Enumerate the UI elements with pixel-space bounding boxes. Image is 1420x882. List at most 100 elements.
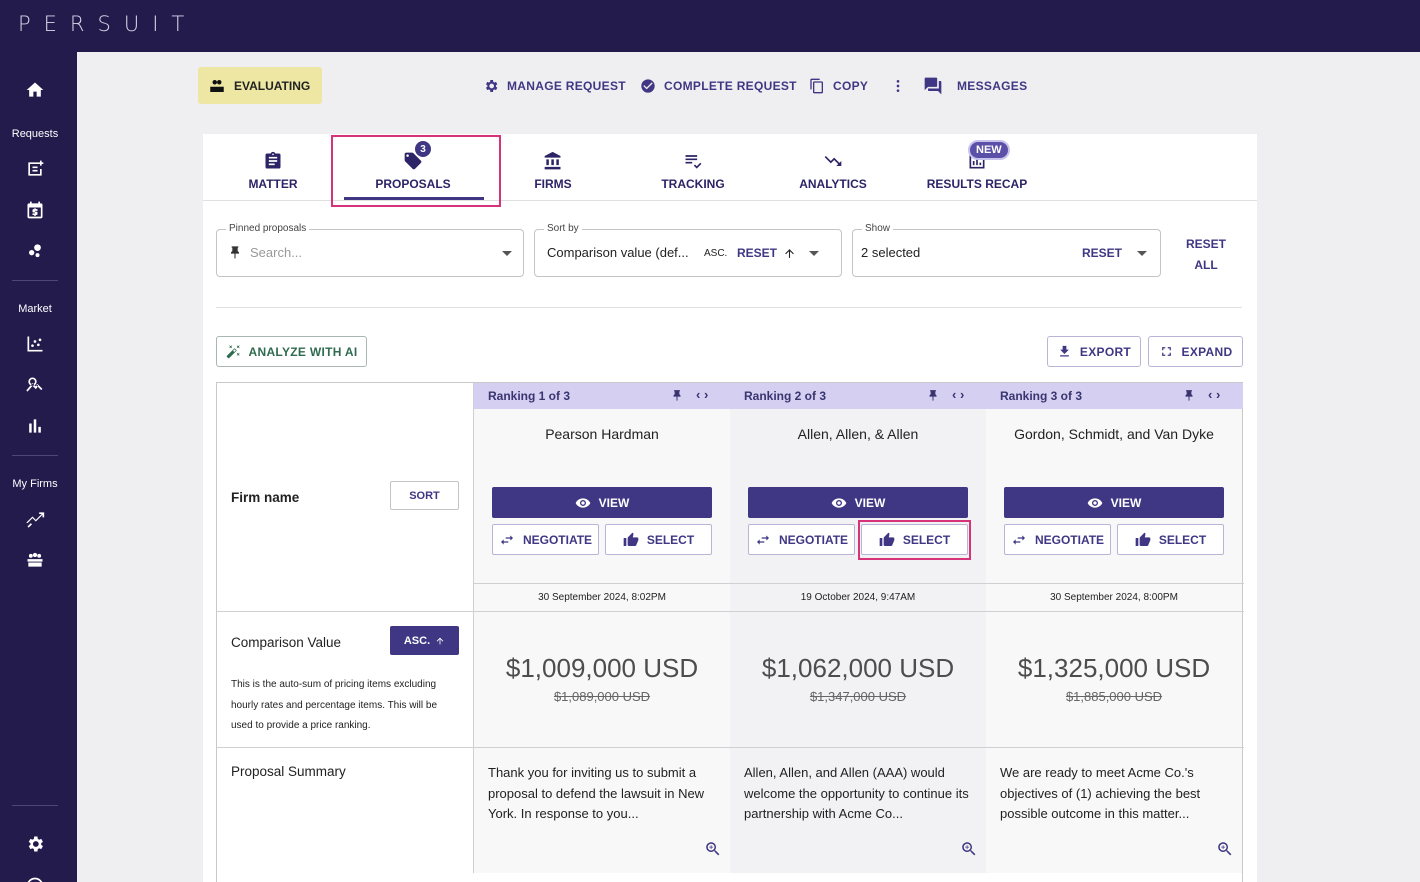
more-options-button[interactable] (890, 76, 906, 96)
complete-request-label: COMPLETE REQUEST (664, 79, 797, 93)
firm-name-sort-button[interactable]: SORT (390, 481, 459, 510)
negotiate-button[interactable]: NEGOTIATE (1004, 524, 1111, 555)
trending-icon[interactable] (0, 503, 70, 535)
tab-tracking[interactable]: TRACKING (643, 134, 743, 201)
manage-request-button[interactable]: MANAGE REQUEST (483, 76, 626, 96)
view-label: VIEW (598, 495, 630, 510)
copy-button[interactable]: COPY (809, 76, 868, 96)
ranking-header-3: Ranking 3 of 3 ‹ › (986, 383, 1243, 409)
reorder-icon[interactable]: ‹ › (1208, 387, 1220, 402)
show-field[interactable]: Show 2 selected RESET (852, 223, 1161, 277)
sort-reset-button[interactable]: RESET (737, 246, 777, 260)
home-icon[interactable] (0, 74, 70, 106)
original-price: $1,089,000 USD (553, 689, 651, 704)
bar-chart-icon[interactable] (0, 410, 70, 442)
sidebar-divider (12, 805, 58, 806)
chevron-down-icon[interactable] (502, 251, 512, 256)
thumb-up-icon (1135, 532, 1151, 546)
pin-icon (231, 246, 239, 259)
show-reset-button[interactable]: RESET (1082, 246, 1122, 260)
groups-icon[interactable] (0, 544, 70, 576)
pinned-proposals-field[interactable]: Pinned proposals Search... (216, 223, 524, 277)
view-button[interactable]: VIEW (748, 487, 968, 518)
arrow-up-icon (436, 637, 444, 644)
billing-calendar-icon[interactable] (0, 194, 70, 226)
original-price: $1,885,000 USD (1065, 689, 1163, 704)
view-button[interactable]: VIEW (1004, 487, 1224, 518)
submitted-date: 30 September 2024, 8:02PM (538, 591, 666, 603)
sidebar: Requests Market My Firms (0, 52, 77, 882)
comparison-asc-label: ASC. (403, 634, 431, 647)
analyze-with-ai-label: ANALYZE WITH AI (248, 344, 358, 359)
tab-analytics-label: ANALYTICS (799, 177, 867, 191)
messages-button[interactable]: MESSAGES (923, 76, 1027, 96)
sidebar-divider (12, 455, 58, 456)
new-request-icon[interactable] (0, 153, 70, 185)
manage-request-label: MANAGE REQUEST (507, 79, 626, 93)
reset-all-label-line1: RESET (1185, 237, 1226, 251)
pin-icon[interactable] (926, 388, 940, 404)
firm-name: Pearson Hardman (545, 426, 659, 442)
zoom-in-icon[interactable] (1216, 840, 1234, 863)
magic-wand-icon (226, 345, 240, 359)
select-label: SELECT (1158, 532, 1207, 547)
show-value: 2 selected (861, 245, 921, 260)
filters-divider (216, 307, 1242, 308)
tab-results-recap-label: RESULTS RECAP (926, 177, 1028, 191)
sort-by-field[interactable]: Sort by Comparison value (def... ASC. RE… (534, 223, 842, 277)
fullscreen-icon (1161, 347, 1171, 356)
reset-all-button[interactable]: RESET ALL (1173, 234, 1239, 276)
messages-label: MESSAGES (957, 79, 1028, 93)
negotiate-label: NEGOTIATE (1034, 532, 1105, 547)
tab-firms[interactable]: FIRMS (503, 134, 603, 201)
sort-by-value: Comparison value (def... (547, 245, 689, 260)
column-divider (473, 383, 474, 873)
clipboard-icon (265, 151, 281, 169)
pin-icon[interactable] (1182, 388, 1196, 404)
tab-matter[interactable]: MATTER (223, 134, 323, 201)
submitted-date: 19 October 2024, 9:47AM (800, 591, 916, 603)
pin-icon[interactable] (670, 388, 684, 404)
proposals-tab-highlight (331, 135, 501, 207)
export-button[interactable]: EXPORT (1047, 336, 1141, 367)
negotiate-button[interactable]: NEGOTIATE (748, 524, 855, 555)
analytics-search-icon[interactable] (0, 369, 70, 401)
select-button[interactable]: SELECT (605, 524, 712, 555)
export-label: EXPORT (1079, 344, 1132, 359)
select-button[interactable]: SELECT (1117, 524, 1224, 555)
comparison-value-row-title: Comparison Value (231, 635, 342, 650)
proposal-summary-row-title: Proposal Summary (231, 764, 346, 779)
more-vert-icon (896, 80, 900, 92)
help-icon[interactable] (0, 870, 70, 882)
sidebar-section-market: Market (18, 303, 52, 315)
reorder-icon[interactable]: ‹ › (696, 387, 708, 402)
swap-icon (1012, 534, 1025, 545)
comparison-asc-button[interactable]: ASC. (390, 626, 459, 655)
thumb-up-icon (623, 532, 639, 546)
zoom-in-icon[interactable] (960, 840, 978, 863)
arrow-up-icon[interactable] (783, 247, 796, 260)
tab-firms-label: FIRMS (534, 177, 572, 191)
reorder-icon[interactable]: ‹ › (952, 387, 964, 402)
chevron-down-icon[interactable] (809, 251, 819, 256)
complete-request-button[interactable]: COMPLETE REQUEST (640, 76, 797, 96)
zoom-in-icon[interactable] (704, 840, 722, 863)
bubbles-icon[interactable] (0, 235, 70, 267)
expand-button[interactable]: EXPAND (1148, 336, 1243, 367)
proposal-summary: Thank you for inviting us to submit a pr… (488, 765, 705, 821)
tab-analytics[interactable]: ANALYTICS (783, 134, 883, 201)
chevron-down-icon[interactable] (1137, 251, 1147, 256)
negotiate-button[interactable]: NEGOTIATE (492, 524, 599, 555)
check-circle-icon (641, 79, 655, 93)
expand-label: EXPAND (1181, 344, 1233, 359)
scatter-chart-icon[interactable] (0, 328, 70, 360)
eye-icon (575, 497, 590, 508)
eye-icon (1087, 497, 1102, 508)
comparison-price: $1,009,000 USD (505, 653, 699, 683)
persuit-logo[interactable]: PERSUIT (18, 12, 197, 36)
settings-icon[interactable] (0, 828, 70, 860)
firm-name: Gordon, Schmidt, and Van Dyke (1014, 426, 1214, 442)
analyze-with-ai-button[interactable]: ANALYZE WITH AI (216, 336, 367, 367)
view-button[interactable]: VIEW (492, 487, 712, 518)
ranking-label: Ranking 3 of 3 (1000, 389, 1083, 403)
